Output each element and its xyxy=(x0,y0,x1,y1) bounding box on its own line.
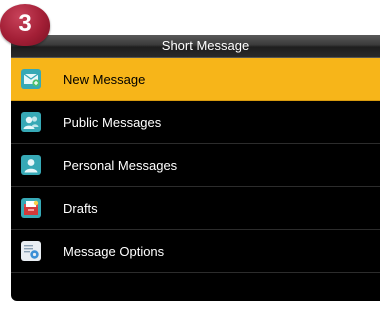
message-options-icon xyxy=(21,241,41,261)
drafts-icon xyxy=(21,198,41,218)
menu-item-label: Public Messages xyxy=(63,114,162,130)
public-messages-icon xyxy=(21,112,41,132)
menu-item-public-messages[interactable]: Public Messages xyxy=(11,101,380,144)
menu-item-label: Personal Messages xyxy=(63,157,178,173)
menu-item-label: Message Options xyxy=(63,243,165,259)
step-badge: 3 xyxy=(0,4,50,46)
page-title: Short Message xyxy=(161,38,250,53)
personal-messages-icon xyxy=(21,155,41,175)
step-badge-number: 3 xyxy=(18,10,32,37)
menu-item-drafts[interactable]: Drafts xyxy=(11,187,380,230)
menu-item-personal-messages[interactable]: Personal Messages xyxy=(11,144,380,187)
title-bar: Short Message xyxy=(11,35,380,58)
new-message-icon xyxy=(21,69,41,89)
menu-item-new-message[interactable]: New Message xyxy=(11,58,380,101)
menu-item-label: Drafts xyxy=(63,200,98,216)
menu-item-message-options[interactable]: Message Options xyxy=(11,230,380,273)
menu-list: New Message Public Messages Personal Mes… xyxy=(11,58,380,273)
device-screen: Short Message New Message Public Message… xyxy=(11,35,380,301)
menu-item-label: New Message xyxy=(63,71,146,87)
